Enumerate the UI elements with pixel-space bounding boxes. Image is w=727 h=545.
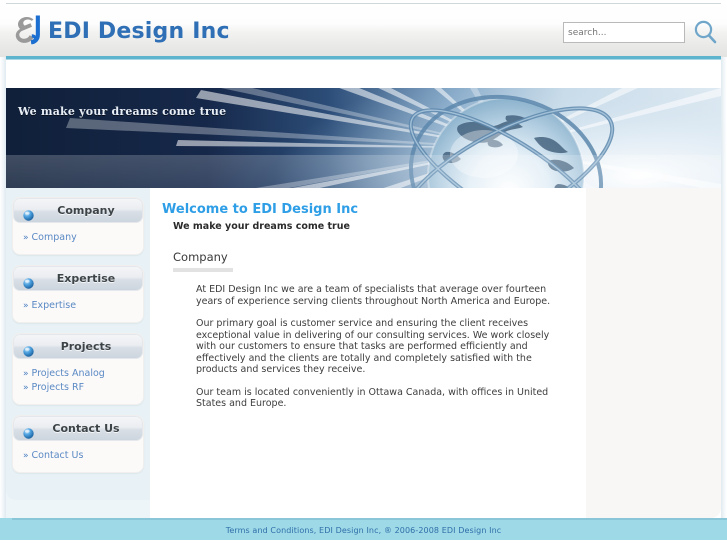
header-accent-rule-light [6, 59, 721, 60]
body-area: Company » Company Expertise » Expertise … [6, 188, 721, 518]
content-paragraph: At EDI Design Inc we are a team of speci… [196, 284, 551, 307]
sidebar-links-expertise: » Expertise [13, 291, 143, 322]
sidebar: Company » Company Expertise » Expertise … [6, 188, 150, 500]
sidebar-item-label: Contact Us [31, 450, 84, 461]
sidebar-item-label: Company [31, 232, 77, 243]
chevron-double-right-icon: » [23, 383, 29, 393]
right-column [580, 188, 721, 518]
blue-orb-icon [23, 342, 34, 357]
sidebar-links-projects: » Projects Analog » Projects RF [13, 359, 143, 404]
sidebar-block-expertise: Expertise » Expertise [12, 265, 144, 323]
sidebar-header-company[interactable]: Company [13, 198, 143, 223]
sidebar-item-expertise[interactable]: » Expertise [13, 299, 143, 313]
page-right-edge [721, 0, 727, 545]
chevron-double-right-icon: » [23, 451, 29, 461]
sidebar-item-label: Projects RF [31, 382, 85, 393]
blue-orb-icon [23, 424, 34, 439]
sidebar-header-contact-us[interactable]: Contact Us [13, 416, 143, 441]
search-input[interactable] [563, 22, 685, 43]
chevron-double-right-icon: » [23, 233, 29, 243]
banner-tagline: We make your dreams come true [18, 105, 227, 118]
chevron-double-right-icon: » [23, 369, 29, 379]
hero-banner: We make your dreams come true [6, 88, 721, 188]
sidebar-item-label: Expertise [31, 300, 77, 311]
section-underline [173, 268, 233, 272]
chevron-double-right-icon: » [23, 301, 29, 311]
site-header: EDI Design Inc [0, 0, 727, 60]
sidebar-links-company: » Company [13, 223, 143, 254]
sidebar-header-expertise[interactable]: Expertise [13, 266, 143, 291]
main-content: Welcome to EDI Design Inc We make your d… [150, 188, 580, 506]
site-title: EDI Design Inc [48, 19, 230, 44]
page-root: EDI Design Inc search... We make your dr… [0, 0, 727, 545]
footer-inner: Terms and Conditions, EDI Design Inc, ® … [6, 518, 727, 540]
blue-orb-icon [23, 274, 34, 289]
page-subtitle: We make your dreams come true [173, 221, 350, 232]
sidebar-links-contact-us: » Contact Us [13, 441, 143, 472]
sidebar-item-label: Projects Analog [31, 368, 105, 379]
footer-top-shade [12, 518, 727, 520]
sidebar-block-company: Company » Company [12, 197, 144, 255]
sidebar-item-contact-us[interactable]: » Contact Us [13, 449, 143, 463]
right-column-panel [586, 188, 721, 518]
page-title: Welcome to EDI Design Inc [162, 202, 359, 217]
search-button[interactable] [691, 18, 719, 46]
sidebar-block-contact-us: Contact Us » Contact Us [12, 415, 144, 473]
search-area [563, 19, 717, 49]
page-bottom-edge [0, 540, 727, 545]
search-magnifier-icon [694, 20, 717, 44]
content-paragraph: Our primary goal is customer service and… [196, 318, 550, 375]
sidebar-item-projects-rf[interactable]: » Projects RF [13, 381, 143, 395]
sidebar-block-projects: Projects » Projects Analog » Projects RF [12, 333, 144, 405]
footer-copyright-link[interactable]: Terms and Conditions, EDI Design Inc, ® … [226, 526, 502, 535]
sidebar-header-projects[interactable]: Projects [13, 334, 143, 359]
sidebar-item-projects-analog[interactable]: » Projects Analog [13, 367, 143, 381]
content-paragraph: Our team is located conveniently in Otta… [196, 386, 549, 410]
section-heading: Company [173, 250, 228, 264]
blue-orb-icon [23, 206, 34, 221]
globe-network-banner-image [6, 88, 721, 188]
sidebar-item-company[interactable]: » Company [13, 231, 143, 245]
